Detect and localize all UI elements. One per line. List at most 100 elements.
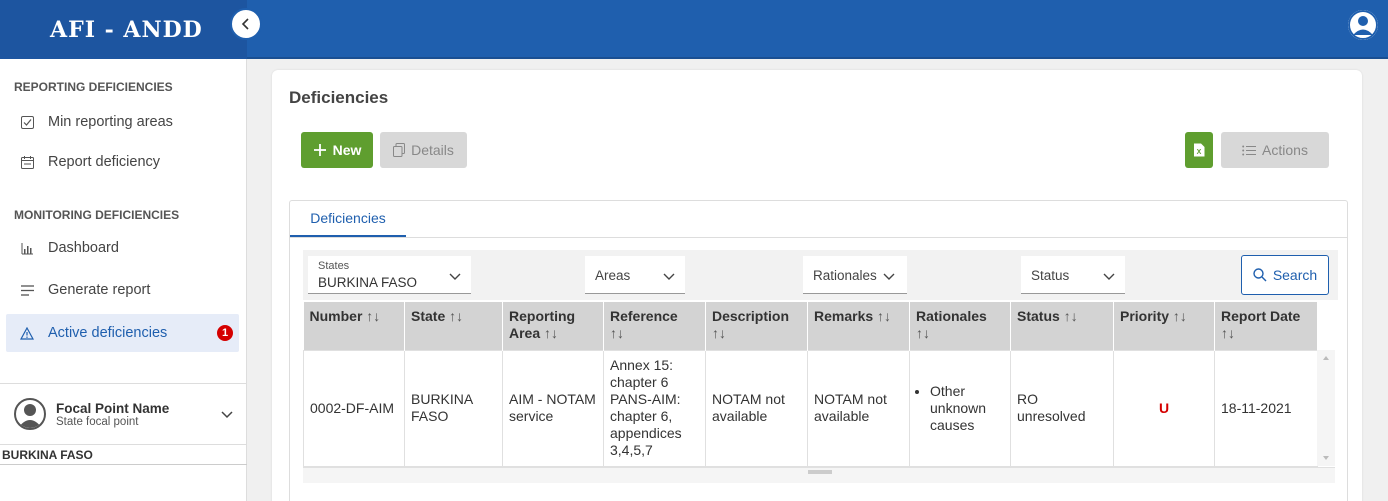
list-icon [1242,145,1257,156]
app-title[interactable]: AFI - ANDD [0,0,247,59]
column-header-status[interactable]: Status ↑↓ [1010,302,1114,350]
new-button-label: New [332,142,362,158]
rationales-select[interactable]: Rationales [803,256,907,294]
sidebar-item-label: Report deficiency [48,154,161,170]
sort-icon: ↑↓ [544,325,559,341]
section-reporting-deficiencies: REPORTING DEFICIENCIES [14,80,173,94]
cell-number: 0002-DF-AIM [303,349,405,467]
cell-description: NOTAM not available [705,349,808,467]
section-monitoring-deficiencies: MONITORING DEFICIENCIES [14,208,180,222]
sidebar-item-min-reporting-areas[interactable]: Min reporting areas [6,103,239,141]
user-profile[interactable]: Focal Point Name State focal point [0,384,247,444]
divider [290,237,1347,238]
sort-icon: ↑↓ [449,308,464,324]
sort-icon: ↑↓ [1172,308,1187,324]
sort-icon: ↑↓ [916,325,930,341]
column-header-remarks[interactable]: Remarks ↑↓ [807,302,910,350]
sidebar-item-label: Active deficiencies [48,325,168,341]
page-title: Deficiencies [289,88,389,107]
notification-badge: 1 [217,325,233,341]
sidebar-item-generate-report[interactable]: Generate report [6,271,239,309]
sidebar-item-label: Min reporting areas [48,114,173,130]
warning-icon [20,326,34,340]
cell-reference: Annex 15: chapter 6 PANS-AIM: chapter 6,… [603,349,706,467]
sort-icon: ↑↓ [610,325,624,341]
tab-deficiencies[interactable]: Deficiencies [290,201,406,237]
actions-button-label: Actions [1262,142,1308,158]
sidebar-item-report-deficiency[interactable]: Report deficiency [6,143,239,181]
cell-state: BURKINA FASO [404,349,503,467]
avatar [14,398,46,430]
chevron-down-icon [883,268,895,286]
chevron-down-icon [449,268,461,286]
chevron-down-icon[interactable] [221,406,233,424]
states-select[interactable]: States BURKINA FASO [308,256,471,294]
svg-text:X: X [1197,149,1202,156]
sidebar-item-active-deficiencies[interactable]: Active deficiencies 1 [6,314,239,352]
horizontal-scrollbar[interactable] [303,467,1335,483]
deficiencies-table: Number ↑↓ State ↑↓ Reporting Area ↑↓ Ref… [303,302,1318,467]
table-row[interactable]: 0002-DF-AIM BURKINA FASO AIM - NOTAM ser… [303,349,1318,467]
column-header-reporting-area[interactable]: Reporting Area ↑↓ [502,302,604,350]
scroll-thumb[interactable] [808,470,832,474]
details-button-label: Details [411,142,454,158]
table-header-row: Number ↑↓ State ↑↓ Reporting Area ↑↓ Ref… [303,302,1318,350]
divider [0,444,247,445]
actions-button[interactable]: Actions [1221,132,1329,168]
sort-icon: ↑↓ [712,325,726,341]
status-select-label: Status [1031,268,1070,283]
details-button[interactable]: Details [380,132,467,168]
sidebar-item-label: Dashboard [48,240,119,256]
column-header-reference[interactable]: Reference ↑↓ [603,302,706,350]
cell-remarks: NOTAM not available [807,349,910,467]
sort-icon: ↑↓ [877,308,892,324]
new-button[interactable]: New [301,132,373,168]
states-select-value: BURKINA FASO [318,275,418,290]
sidebar: REPORTING DEFICIENCIES Min reporting are… [0,59,247,501]
sort-icon: ↑↓ [366,308,381,324]
excel-icon: X [1194,143,1205,157]
areas-select-label: Areas [595,268,631,283]
tab-panel: Deficiencies States BURKINA FASO Areas R… [289,200,1348,501]
calendar-icon [20,155,34,169]
column-header-description[interactable]: Description ↑↓ [705,302,808,350]
top-bar: AFI - ANDD [0,0,1388,59]
column-header-priority[interactable]: Priority ↑↓ [1113,302,1215,350]
sort-icon: ↑↓ [1221,325,1235,341]
scroll-up-icon[interactable] [1317,352,1335,364]
cell-status: RO unresolved [1010,349,1114,467]
checkbox-icon [20,115,34,129]
collapse-sidebar-button[interactable] [230,8,262,40]
user-role: State focal point [56,415,139,428]
column-header-number[interactable]: Number ↑↓ [303,302,405,350]
column-header-rationales[interactable]: Rationales ↑↓ [909,302,1011,350]
column-header-state[interactable]: State ↑↓ [404,302,503,350]
cell-reporting-area: AIM - NOTAM service [502,349,604,467]
user-menu-button[interactable] [1348,10,1378,40]
user-avatar-icon [18,404,42,428]
chevron-down-icon [663,268,675,286]
plus-icon [313,143,327,157]
list-icon [20,283,34,297]
states-select-label: States [318,260,350,272]
rationale-item: Other unknown causes [930,383,1004,434]
areas-select[interactable]: Areas [585,256,685,294]
copy-icon [393,143,406,157]
sort-icon: ↑↓ [1063,308,1078,324]
chevron-down-icon [1103,268,1115,286]
rationales-select-label: Rationales [813,268,877,283]
cell-report-date: 18-11-2021 [1214,349,1318,467]
column-header-report-date[interactable]: Report Date ↑↓ [1214,302,1318,350]
user-name: Focal Point Name [56,400,170,416]
search-icon [1253,268,1267,282]
vertical-scrollbar[interactable] [1317,350,1335,466]
user-state: BURKINA FASO [0,448,247,465]
status-select[interactable]: Status [1021,256,1125,294]
cell-rationales: Other unknown causes [909,349,1011,467]
bar-chart-icon [20,241,34,255]
export-excel-button[interactable]: X [1185,132,1213,168]
search-button[interactable]: Search [1241,255,1329,295]
sidebar-item-label: Generate report [48,282,151,298]
sidebar-item-dashboard[interactable]: Dashboard [6,229,239,267]
scroll-down-icon[interactable] [1317,452,1335,464]
